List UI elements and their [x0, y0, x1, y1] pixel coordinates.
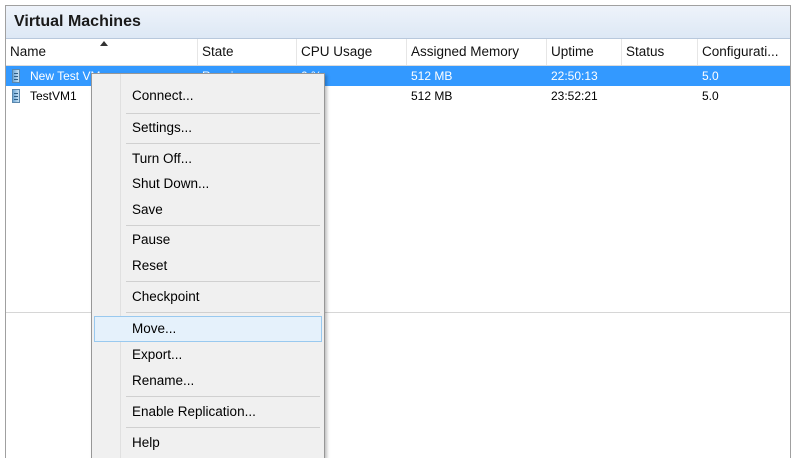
- vm-name: TestVM1: [30, 89, 77, 103]
- menu-item-export[interactable]: Export...: [94, 342, 322, 368]
- vm-assigned-memory: 512 MB: [411, 89, 453, 103]
- column-header-uptime[interactable]: Uptime: [547, 39, 622, 65]
- menu-separator: [126, 427, 320, 428]
- vm-uptime: 22:50:13: [551, 69, 598, 83]
- menu-item-help[interactable]: Help: [94, 430, 322, 456]
- menu-item-pause[interactable]: Pause: [94, 227, 322, 253]
- menu-separator: [126, 312, 320, 313]
- menu-item-reset[interactable]: Reset: [94, 253, 322, 279]
- menu-item-turn-off[interactable]: Turn Off...: [94, 146, 322, 172]
- column-header-configuration[interactable]: Configurati...: [698, 39, 790, 65]
- menu-item-move[interactable]: Move...: [94, 316, 322, 342]
- menu-separator: [126, 225, 320, 226]
- vm-configuration-version: 5.0: [702, 89, 719, 103]
- menu-item-shut-down[interactable]: Shut Down...: [94, 171, 322, 197]
- menu-separator: [126, 143, 320, 144]
- menu-item-enable-replication[interactable]: Enable Replication...: [94, 399, 322, 425]
- column-header-state[interactable]: State: [198, 39, 297, 65]
- virtual-machine-icon: [12, 89, 20, 103]
- vm-assigned-memory: 512 MB: [411, 69, 453, 83]
- menu-separator: [126, 113, 320, 114]
- menu-item-checkpoint[interactable]: Checkpoint: [94, 284, 322, 310]
- vm-name: New Test VM: [30, 69, 101, 83]
- column-header-status[interactable]: Status: [622, 39, 698, 65]
- menu-item-connect[interactable]: Connect...: [94, 83, 322, 109]
- menu-separator: [126, 396, 320, 397]
- column-headers: Name State CPU Usage Assigned Memory Upt…: [6, 39, 790, 66]
- menu-item-save[interactable]: Save: [94, 197, 322, 223]
- column-header-assigned-memory[interactable]: Assigned Memory: [407, 39, 547, 65]
- vm-context-menu: Connect... Settings... Turn Off... Shut …: [91, 73, 325, 458]
- column-header-cpu-usage[interactable]: CPU Usage: [297, 39, 407, 65]
- vm-configuration-version: 5.0: [702, 69, 719, 83]
- menu-item-rename[interactable]: Rename...: [94, 368, 322, 394]
- menu-item-settings[interactable]: Settings...: [94, 115, 322, 141]
- menu-separator: [126, 281, 320, 282]
- sort-ascending-icon: [100, 41, 108, 46]
- virtual-machine-icon: [12, 69, 20, 83]
- vm-uptime: 23:52:21: [551, 89, 598, 103]
- panel-title: Virtual Machines: [6, 6, 790, 39]
